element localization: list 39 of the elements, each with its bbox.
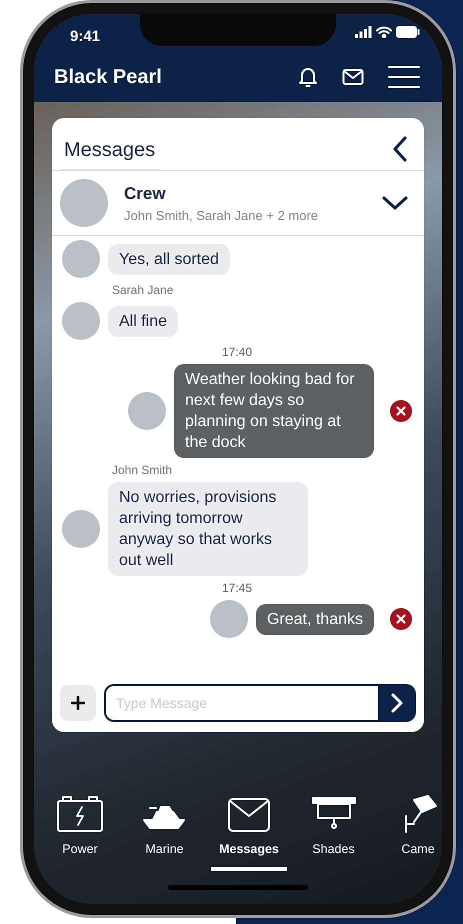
conversation-members: John Smith, Sarah Jane + 2 more	[124, 207, 318, 225]
notification-bell-icon[interactable]	[298, 66, 318, 88]
battery-icon	[56, 794, 104, 834]
message-bubble: Weather looking bad for next few days so planning on staying at the dock	[174, 364, 374, 458]
nav-item[interactable]: Messages	[213, 794, 285, 859]
group-avatar	[60, 179, 108, 227]
plus-icon	[71, 696, 85, 710]
nav-item[interactable]: Shades	[298, 794, 370, 859]
message-bubble: All fine	[108, 306, 178, 336]
status-time: 9:41	[70, 27, 100, 47]
message-bubble: No worries, provisions arriving tomorrow anyway so that works out well	[108, 482, 308, 576]
delete-icon[interactable]	[390, 608, 412, 630]
expand-chevron-icon[interactable]	[382, 194, 408, 211]
add-button[interactable]	[60, 685, 96, 721]
message-bubble: Great, thanks	[256, 604, 374, 634]
sender-name: Sarah Jane	[112, 282, 174, 299]
mail-icon[interactable]	[342, 68, 364, 86]
nav-item[interactable]: Came	[382, 794, 442, 859]
app-title: Black Pearl	[54, 65, 162, 90]
message-bubble: Yes, all sorted	[108, 244, 230, 274]
avatar	[62, 302, 100, 340]
avatar	[210, 600, 248, 638]
back-chevron-icon[interactable]	[392, 136, 408, 162]
conversation-name: Crew	[124, 182, 167, 204]
signal-icon	[354, 26, 372, 38]
send-button[interactable]	[378, 684, 416, 722]
battery-icon	[396, 26, 420, 38]
message-time: 17:40	[220, 344, 254, 361]
avatar	[62, 240, 100, 278]
menu-icon[interactable]	[388, 65, 420, 89]
nav-item[interactable]: Marine	[128, 794, 200, 859]
avatar	[128, 392, 166, 430]
messages-tab[interactable]: Messages	[60, 129, 160, 170]
message-time: 17:45	[220, 580, 254, 597]
avatar	[62, 510, 100, 548]
delete-icon[interactable]	[390, 400, 412, 422]
sender-name: John Smith	[112, 462, 174, 479]
nav-item[interactable]: Power	[44, 794, 116, 859]
wifi-icon	[376, 26, 392, 38]
